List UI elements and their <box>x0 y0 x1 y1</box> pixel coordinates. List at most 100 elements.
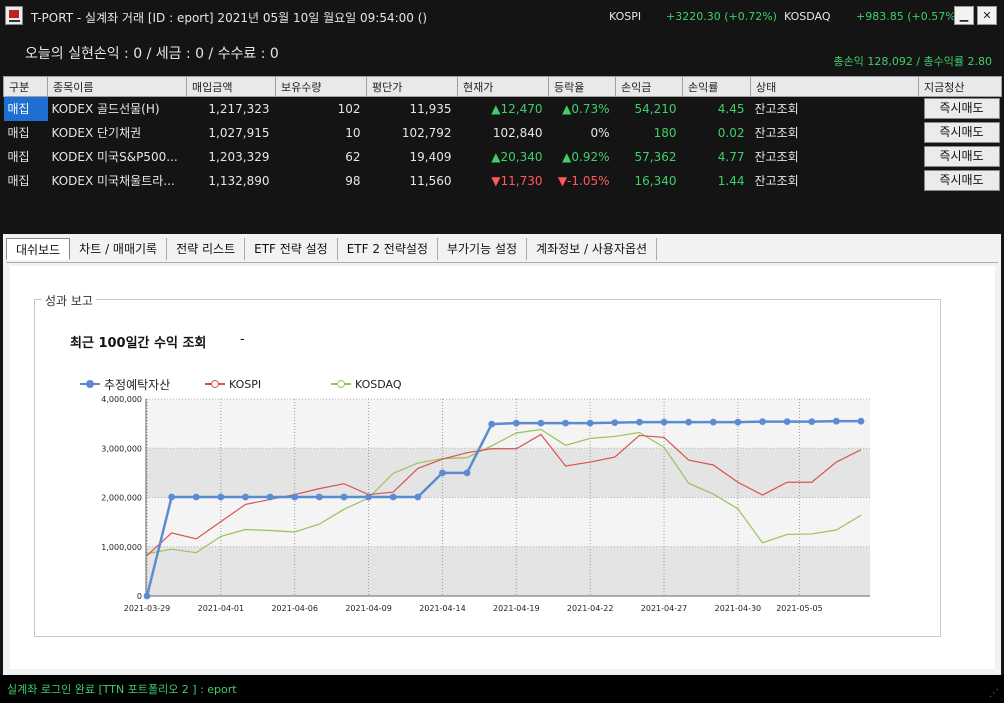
status-text: 실계좌 로그인 완료 [TTN 포트폴리오 2 ] : eport <box>7 683 237 696</box>
column-header[interactable]: 등락율 <box>548 76 616 97</box>
cell-status: 잔고조회 <box>754 174 799 188</box>
cell-buy-amount: 1,027,915 <box>208 125 270 140</box>
sell-now-button[interactable]: 즉시매도 <box>923 98 1000 120</box>
asset-data-point <box>168 493 176 501</box>
y-tick-label: 0 <box>137 592 142 601</box>
asset-data-point <box>734 418 742 426</box>
cell-avg-price: 19,409 <box>409 149 452 164</box>
cell-pnl-rate: 4.77 <box>717 149 745 164</box>
cell-buy-amount: 1,217,323 <box>208 101 270 116</box>
plot-band <box>146 546 870 596</box>
column-header[interactable]: 손익률 <box>682 76 751 97</box>
column-header[interactable]: 상태 <box>750 76 919 97</box>
status-bar: 실계좌 로그인 완료 [TTN 포트폴리오 2 ] : eport ⋰ <box>0 675 1004 703</box>
cell-buy-amount: 1,132,890 <box>208 173 270 188</box>
column-header[interactable]: 지금청산 <box>918 76 1002 97</box>
cell-current: ▼11,730 <box>491 173 543 188</box>
asset-data-point <box>217 493 225 501</box>
window-title: T-PORT - 실계좌 거래 [ID : eport] 2021년 05월 1… <box>31 11 428 25</box>
tab-1[interactable]: 차트 / 매매기록 <box>70 238 168 260</box>
app-window: T-PORT - 실계좌 거래 [ID : eport] 2021년 05월 1… <box>0 0 1004 703</box>
asset-data-point <box>537 419 545 427</box>
cell-pnl-rate: 1.44 <box>717 173 745 188</box>
cell-name: KODEX 단기채권 <box>51 126 142 140</box>
cell-pnl: 57,362 <box>634 149 677 164</box>
resize-grip-icon[interactable]: ⋰ <box>989 688 1001 700</box>
sell-now-button[interactable]: 즉시매도 <box>923 122 1000 143</box>
cell-pnl: 180 <box>653 125 677 140</box>
tab-3[interactable]: ETF 전략 설정 <box>245 238 338 260</box>
column-header[interactable]: 평단가 <box>366 76 458 97</box>
asset-data-point <box>439 469 446 477</box>
cell-current: ▲20,340 <box>491 149 543 164</box>
asset-data-point <box>512 419 520 427</box>
cell-avg-price: 11,935 <box>409 101 452 116</box>
holding-row[interactable]: 매집 KODEX 미국S&P500... 1,203,329 62 19,409 ▲20,… <box>4 145 1002 169</box>
asset-data-point <box>340 493 348 501</box>
sell-now-button[interactable]: 즉시매도 <box>923 146 1000 167</box>
cell-type: 매집 <box>7 174 30 188</box>
cell-type: 매집 <box>7 126 30 140</box>
asset-data-point <box>857 417 865 425</box>
kosdaq-value: +983.85 (+0.57%) <box>856 10 960 23</box>
y-tick-label: 3,000,000 <box>101 444 142 453</box>
cell-avg-price: 11,560 <box>409 173 452 188</box>
cell-change: ▲0.73% <box>562 101 610 116</box>
cell-status: 잔고조회 <box>754 126 799 140</box>
sell-now-button[interactable]: 즉시매도 <box>923 170 1000 191</box>
asset-data-point <box>365 493 372 501</box>
asset-data-point <box>414 493 422 501</box>
title-bar: T-PORT - 실계좌 거래 [ID : eport] 2021년 05월 1… <box>0 0 1004 32</box>
cell-type: 매집 <box>7 150 30 164</box>
minimize-icon: ▁ <box>959 9 969 22</box>
cell-qty: 62 <box>345 149 361 164</box>
column-header[interactable]: 구분 <box>3 76 48 97</box>
holding-row[interactable]: 매집 KODEX 단기채권 1,027,915 10 102,792 102,840 0% 1… <box>4 121 1002 145</box>
cell-type: 매집 <box>3 96 48 121</box>
x-tick-label: 2021-04-06 <box>271 604 318 613</box>
cell-name: KODEX 미국채울트라... <box>51 174 175 188</box>
column-header[interactable]: 종목이름 <box>47 76 187 97</box>
minimize-button[interactable]: ▁ <box>954 6 974 25</box>
asset-data-point <box>242 493 249 501</box>
tab-6[interactable]: 계좌정보 / 사용자옵션 <box>527 238 658 260</box>
tab-bar: 대쉬보드 차트 / 매매기록 전략 리스트 ETF 전략 설정 ETF 2 전략설정 부가… <box>6 238 658 263</box>
x-tick-label: 2021-04-19 <box>493 604 540 613</box>
column-header[interactable]: 보유수량 <box>275 76 367 97</box>
tab-0[interactable]: 대쉬보드 <box>6 238 71 260</box>
total-profit-summary: 총손익 128,092 / 총수익률 2.80 <box>833 55 992 68</box>
cell-status: 잔고조회 <box>754 150 799 164</box>
x-tick-label: 2021-04-22 <box>567 604 614 613</box>
tab-4[interactable]: ETF 2 전략설정 <box>338 238 438 260</box>
holdings-table: 구분 종목이름 매입금액 보유수량 평단가 현재가 등락율 손익금 손익률 상태 지금청산 매집 KO… <box>3 76 1002 193</box>
asset-data-point <box>488 420 496 428</box>
x-tick-label: 2021-05-05 <box>776 604 823 613</box>
asset-data-point <box>389 493 397 501</box>
cell-pnl-rate: 0.02 <box>717 125 745 140</box>
app-logo-icon <box>5 6 23 25</box>
x-tick-label: 2021-04-01 <box>198 604 245 613</box>
asset-data-point <box>315 493 323 501</box>
asset-data-point <box>685 418 693 426</box>
asset-data-point <box>586 419 594 427</box>
x-tick-label: 2021-04-30 <box>715 604 762 613</box>
x-tick-label: 2021-04-27 <box>641 604 688 613</box>
asset-data-point <box>783 418 791 426</box>
holding-row[interactable]: 매집 KODEX 골드선물(H) 1,217,323 102 11,935 ▲12,470… <box>3 96 1002 121</box>
tab-5[interactable]: 부가기능 설정 <box>438 238 528 260</box>
cell-name: KODEX 미국S&P500... <box>51 150 178 164</box>
cell-name: KODEX 골드선물(H) <box>51 102 160 117</box>
cell-current: ▲12,470 <box>491 101 543 116</box>
asset-data-point <box>660 418 668 426</box>
column-header[interactable]: 현재가 <box>457 76 549 97</box>
close-button[interactable]: ✕ <box>977 6 997 25</box>
plot-band <box>146 497 870 547</box>
close-icon: ✕ <box>982 9 992 22</box>
column-header[interactable]: 손익금 <box>615 76 683 97</box>
kosdaq-label: KOSDAQ <box>784 10 831 23</box>
column-header[interactable]: 매입금액 <box>186 76 276 97</box>
tab-2[interactable]: 전략 리스트 <box>167 238 246 260</box>
asset-data-point <box>636 418 643 426</box>
kospi-value: +3220.30 (+0.72%) <box>666 10 777 23</box>
holding-row[interactable]: 매집 KODEX 미국채울트라... 1,132,890 98 11,560 ▼11,73… <box>4 169 1002 193</box>
